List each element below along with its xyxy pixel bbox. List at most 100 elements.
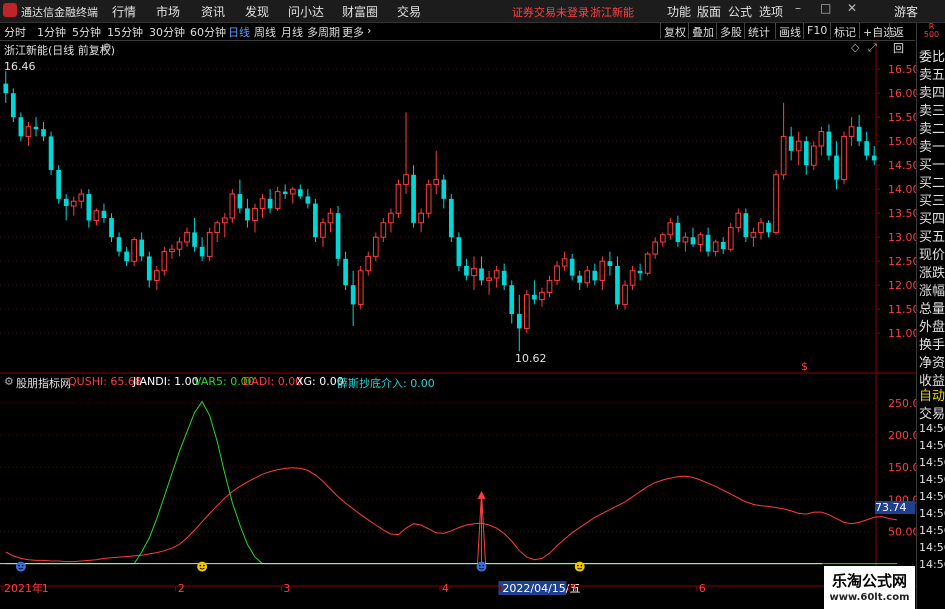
stats-button[interactable]: 统计: [744, 23, 773, 39]
period-tick[interactable]: 分时: [4, 24, 26, 40]
price-tick-label: 13.50: [888, 207, 916, 220]
candle-body-down: [705, 234, 711, 252]
indicator-settings-icon[interactable]: ⚙: [4, 375, 14, 388]
candle-body-up: [176, 241, 183, 250]
candle-body-up: [818, 131, 825, 147]
candle-body-up: [652, 241, 659, 255]
candle-body-up: [153, 270, 160, 281]
label-net-assets: 净资: [919, 356, 945, 371]
overlay-button[interactable]: 叠加: [688, 23, 717, 39]
menu-trade[interactable]: 交易: [397, 3, 421, 20]
menu-wealth[interactable]: 财富圈: [342, 3, 378, 20]
candle-body-up: [184, 231, 190, 243]
adjust-button[interactable]: 复权: [660, 23, 689, 39]
signal-face-eye: [482, 564, 485, 567]
period-1min[interactable]: 1分钟: [37, 24, 66, 40]
candle-body-down: [335, 213, 341, 259]
draw-button[interactable]: 画线: [775, 23, 804, 39]
candle-body-up: [561, 258, 568, 267]
candle-body-down: [592, 270, 598, 281]
candle-body-down: [675, 222, 681, 242]
signal-face-eye: [478, 564, 481, 567]
candle-body-up: [320, 222, 326, 238]
more-chevron-icon[interactable]: ›: [367, 24, 371, 37]
candle-body-up: [425, 183, 432, 214]
period-more[interactable]: 更多: [342, 24, 364, 40]
price-tick-label: 14.50: [888, 159, 916, 172]
menu-options[interactable]: 选项: [759, 3, 783, 20]
candle-body-down: [637, 270, 643, 274]
chart-tool-icon[interactable]: ◇: [851, 41, 859, 54]
menu-discover[interactable]: 发现: [245, 3, 269, 20]
label-price: 现价: [919, 248, 945, 263]
signal-face-eye: [21, 564, 24, 567]
candle-body-down: [464, 266, 469, 276]
menu-markets[interactable]: 市场: [156, 3, 180, 20]
candle-body-down: [41, 129, 46, 137]
indicator-dadi: DADI: 0.00: [243, 375, 303, 388]
period-30min[interactable]: 30分钟: [149, 24, 185, 40]
candle-body-up: [403, 174, 409, 185]
candle-body-up: [471, 267, 477, 277]
auto-trade-toggle[interactable]: 自动: [919, 385, 945, 404]
price-tick-label: 11.00: [888, 327, 916, 340]
label-sell2: 卖二: [919, 122, 945, 137]
period-15min[interactable]: 15分钟: [107, 24, 143, 40]
candle-body-down: [411, 174, 416, 223]
close-icon[interactable]: ✕: [847, 1, 857, 15]
menu-layout[interactable]: 版面: [697, 3, 721, 20]
label-sell5: 卖五: [919, 68, 945, 83]
candle-body-down: [766, 222, 771, 233]
back-button[interactable]: 返回: [889, 23, 915, 55]
kline-chart[interactable]: 16.50 16.00 15.50 15.00 14.50 14.00 13.50 13.00…: [0, 40, 916, 609]
signal-face-icon: [574, 561, 585, 572]
x-tick-label: 5: [570, 582, 577, 595]
candle-body-down: [237, 194, 243, 209]
candle-body-up: [388, 212, 394, 224]
multi-stock-button[interactable]: 多股: [716, 23, 745, 39]
menu-news[interactable]: 资讯: [201, 3, 225, 20]
candle-body-down: [192, 232, 197, 247]
candle-body-down: [245, 208, 250, 221]
period-60min[interactable]: 60分钟: [190, 24, 226, 40]
minimize-icon[interactable]: –: [795, 1, 801, 15]
chart-expand-icon[interactable]: ⤢: [868, 41, 877, 55]
chart-settings-icon[interactable]: ⚙: [102, 41, 112, 54]
low-price-label: 10.62: [515, 352, 547, 365]
menu-market[interactable]: 行情: [112, 3, 136, 20]
menu-formula[interactable]: 公式: [728, 3, 752, 20]
candle-body-up: [327, 212, 334, 224]
candle-body-down: [448, 198, 454, 238]
candle-body-up: [274, 191, 281, 209]
label-weibi: 委比: [919, 50, 945, 65]
candle-body-down: [282, 191, 288, 194]
indicator-name[interactable]: 股朋指标网: [16, 375, 71, 391]
price-tick-label: 11.50: [888, 303, 916, 316]
candle-body-up: [554, 265, 560, 281]
candle-body-up: [357, 270, 364, 305]
candle-body-up: [418, 212, 424, 224]
menu-ask[interactable]: 问小达: [288, 3, 324, 20]
maximize-icon[interactable]: □: [820, 1, 831, 15]
trade-label[interactable]: 交易: [919, 403, 945, 422]
period-daily[interactable]: 日线: [228, 24, 250, 40]
period-5min[interactable]: 5分钟: [72, 24, 101, 40]
candle-body-up: [70, 200, 77, 207]
candle-body-down: [532, 294, 537, 300]
candle-body-up: [841, 135, 847, 181]
f10-button[interactable]: F10: [803, 23, 830, 39]
candle-body-up: [221, 217, 228, 224]
candle-body-up: [229, 193, 236, 219]
dadi-arrow: [477, 490, 486, 499]
mark-button[interactable]: 标记: [830, 23, 859, 39]
login-status[interactable]: 证券交易未登录: [512, 4, 589, 20]
user-label[interactable]: 游客: [894, 3, 918, 20]
r500-badge[interactable]: R 500: [917, 23, 945, 39]
period-multi[interactable]: 多周期: [307, 24, 340, 40]
signal-face-eye: [577, 564, 579, 567]
period-weekly[interactable]: 周线: [254, 24, 276, 40]
menu-function[interactable]: 功能: [667, 3, 691, 20]
label-outer: 外盘: [919, 320, 945, 335]
candle-body-down: [856, 126, 862, 142]
period-monthly[interactable]: 月线: [281, 24, 303, 40]
